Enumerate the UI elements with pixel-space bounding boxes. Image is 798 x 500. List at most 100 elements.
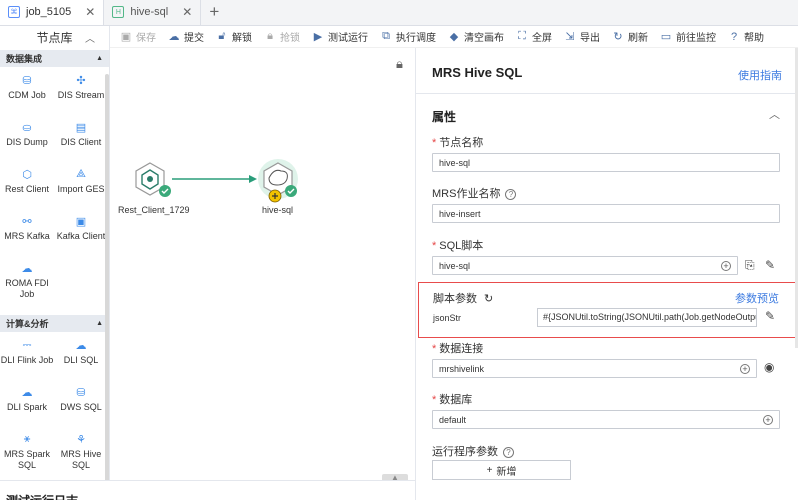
script-params-label-text: 脚本参数 xyxy=(433,293,477,305)
node-import-ges[interactable]: ⟁ Import GES xyxy=(54,161,108,208)
add-circle-icon[interactable]: + xyxy=(763,414,773,425)
add-circle-icon[interactable]: + xyxy=(740,363,750,374)
submit-button[interactable]: ☁ 提交 xyxy=(168,29,205,44)
ges-icon: ⟁ xyxy=(76,167,86,180)
node-cdm-job[interactable]: ⛁ CDM Job xyxy=(0,67,54,114)
job-name-value: hive-insert xyxy=(439,208,481,219)
success-check-icon xyxy=(285,185,297,197)
database-select[interactable]: default + xyxy=(432,410,780,429)
help-icon[interactable]: ? xyxy=(503,447,514,458)
unlock-button[interactable]: 🔓︎ 解锁 xyxy=(216,29,252,44)
connection-select[interactable]: mrshivelink + xyxy=(432,359,757,378)
plus-icon: + xyxy=(486,464,493,476)
divider xyxy=(416,93,798,94)
grab-lock-label: 抢锁 xyxy=(280,33,300,44)
grab-lock-button[interactable]: 🔒︎ 抢锁 xyxy=(264,29,300,44)
node-rest-client[interactable]: ⬡ Rest Client xyxy=(0,161,54,208)
close-icon[interactable]: ✕ xyxy=(85,5,95,19)
node-dis-client[interactable]: ▤ DIS Client xyxy=(54,114,108,161)
connection-label-text: 数据连接 xyxy=(439,343,484,355)
add-circle-icon[interactable]: + xyxy=(721,260,731,271)
database-label-text: 数据库 xyxy=(439,394,473,406)
spark-icon: ☁ xyxy=(21,386,33,399)
node-dis-dump[interactable]: ⛀ DIS Dump xyxy=(0,114,54,161)
connection-label: * 数据连接 xyxy=(432,340,483,356)
node-name-label-text: 节点名称 xyxy=(439,137,484,149)
monitor-button[interactable]: ▭ 前往监控 xyxy=(660,29,716,44)
node-label: DIS Client xyxy=(60,137,102,147)
help-icon[interactable]: ? xyxy=(505,189,517,200)
clear-canvas-button[interactable]: ◆ 清空画布 xyxy=(448,29,504,44)
fullscreen-button[interactable]: ⛶ 全屏 xyxy=(516,29,552,44)
save-button[interactable]: ▣ 保存 xyxy=(120,29,156,44)
open-file-icon[interactable]: ⎘ xyxy=(745,258,755,273)
add-param-button[interactable]: + 新增 xyxy=(432,460,571,480)
cdm-icon: ⛁ xyxy=(22,74,32,87)
stream-icon: ✣ xyxy=(76,74,86,87)
category-compute-analysis[interactable]: 计算&分析 ▲ xyxy=(0,315,109,332)
client-icon: ▤ xyxy=(75,121,87,134)
param-value-input[interactable]: #{JSONUtil.toString(JSONUtil.path(Job.ge… xyxy=(537,308,757,327)
node-library: 节点库 ︿ 数据集成 ▲ ⛁ CDM Job ✣ DIS Stream ⛀ DIS D… xyxy=(0,26,110,500)
eye-icon[interactable]: ◉ xyxy=(764,360,774,374)
node-mrs-spark-sql[interactable]: ⚹ MRS Spark SQL xyxy=(0,426,54,484)
node-roma-fdi-job[interactable]: ☁ ROMA FDI Job xyxy=(0,255,54,313)
kafka-client-icon: ▣ xyxy=(75,215,87,228)
params-preview-link[interactable]: 参数预览 xyxy=(735,290,779,306)
test-run-label: 测试运行 xyxy=(328,33,368,44)
grid-spacer xyxy=(54,255,108,313)
dump-icon: ⛀ xyxy=(22,121,32,134)
node-label: DWS SQL xyxy=(60,402,102,412)
node-label: DIS Dump xyxy=(6,137,48,147)
node-dws-sql[interactable]: ⛁ DWS SQL xyxy=(54,379,108,426)
hive-sql-node[interactable] xyxy=(258,159,298,203)
node-label: Import GES xyxy=(57,184,105,194)
tab-bar: ⌘ job_5105 ✕ H hive-sql ✕ + xyxy=(0,0,798,26)
rest-icon: ⬡ xyxy=(22,168,32,181)
refresh-icon[interactable]: ↻ xyxy=(484,292,493,305)
close-icon[interactable]: ✕ xyxy=(182,5,192,19)
chevron-up-icon[interactable]: ︿ xyxy=(769,106,780,122)
node-dli-spark[interactable]: ☁ DLI Spark xyxy=(0,379,54,426)
sql-script-label: * SQL脚本 xyxy=(432,237,483,253)
node-label: DLI Flink Job xyxy=(0,355,54,365)
category-data-integration[interactable]: 数据集成 ▲ xyxy=(0,50,109,67)
edit-icon[interactable]: ✎ xyxy=(765,258,775,272)
rest-client-node[interactable] xyxy=(135,162,171,197)
refresh-button[interactable]: ↻ 刷新 xyxy=(612,29,648,44)
tab-job[interactable]: ⌘ job_5105 ✕ xyxy=(0,0,105,25)
node-dli-flink-job[interactable]: ⎓ DLI Flink Job xyxy=(0,332,54,379)
test-run-button[interactable]: ▶ 测试运行 xyxy=(312,29,368,44)
toolbar: ▣ 保存 ☁ 提交 🔓︎ 解锁 🔒︎ 抢锁 ▶ 测试运行 ⧉ 执行调度 ◆ 清空画布 ⛶ 全屏 … xyxy=(110,26,798,48)
script-icon: H xyxy=(112,6,125,18)
guide-link[interactable]: 使用指南 xyxy=(738,67,782,83)
flow-graph xyxy=(135,159,298,203)
required-mark: * xyxy=(432,240,437,252)
export-button[interactable]: ⇲ 导出 xyxy=(564,29,600,44)
chevron-up-icon[interactable]: ︿ xyxy=(85,30,95,45)
node-name-input[interactable]: hive-sql xyxy=(432,153,780,172)
node-dis-stream[interactable]: ✣ DIS Stream xyxy=(54,67,108,114)
node-library-title: 节点库 xyxy=(36,30,73,45)
node-label: ROMA FDI Job xyxy=(5,278,49,299)
help-button[interactable]: ? 帮助 xyxy=(728,29,764,45)
node-label: DLI SQL xyxy=(63,355,99,365)
panel-title: MRS Hive SQL xyxy=(432,65,523,80)
library-scrollbar[interactable] xyxy=(105,74,109,500)
node-mrs-hive-sql[interactable]: ⚘ MRS Hive SQL xyxy=(54,426,108,484)
node-dli-sql[interactable]: ☁ DLI SQL xyxy=(54,332,108,379)
rest-client-node-label: Rest_Client_1729 xyxy=(118,205,190,215)
add-tab-button[interactable]: + xyxy=(201,0,227,25)
test-run-log-bar[interactable]: 测试运行日志 xyxy=(0,480,415,500)
flow-canvas[interactable]: 🔒︎ Rest_Client_1729 hive-sql xyxy=(110,48,415,480)
edit-icon[interactable]: ✎ xyxy=(765,309,775,323)
sql-script-select[interactable]: hive-sql + xyxy=(432,256,738,275)
node-label: MRS Kafka xyxy=(4,231,50,241)
triangle-up-icon: ▲ xyxy=(96,55,103,62)
node-kafka-client[interactable]: ▣ Kafka Client xyxy=(54,208,108,255)
node-mrs-kafka[interactable]: ⚯ MRS Kafka xyxy=(0,208,54,255)
tab-script[interactable]: H hive-sql ✕ xyxy=(104,0,202,25)
job-name-input[interactable]: hive-insert xyxy=(432,204,780,223)
schedule-button[interactable]: ⧉ 执行调度 xyxy=(380,29,436,44)
clear-canvas-label: 清空画布 xyxy=(464,33,504,44)
